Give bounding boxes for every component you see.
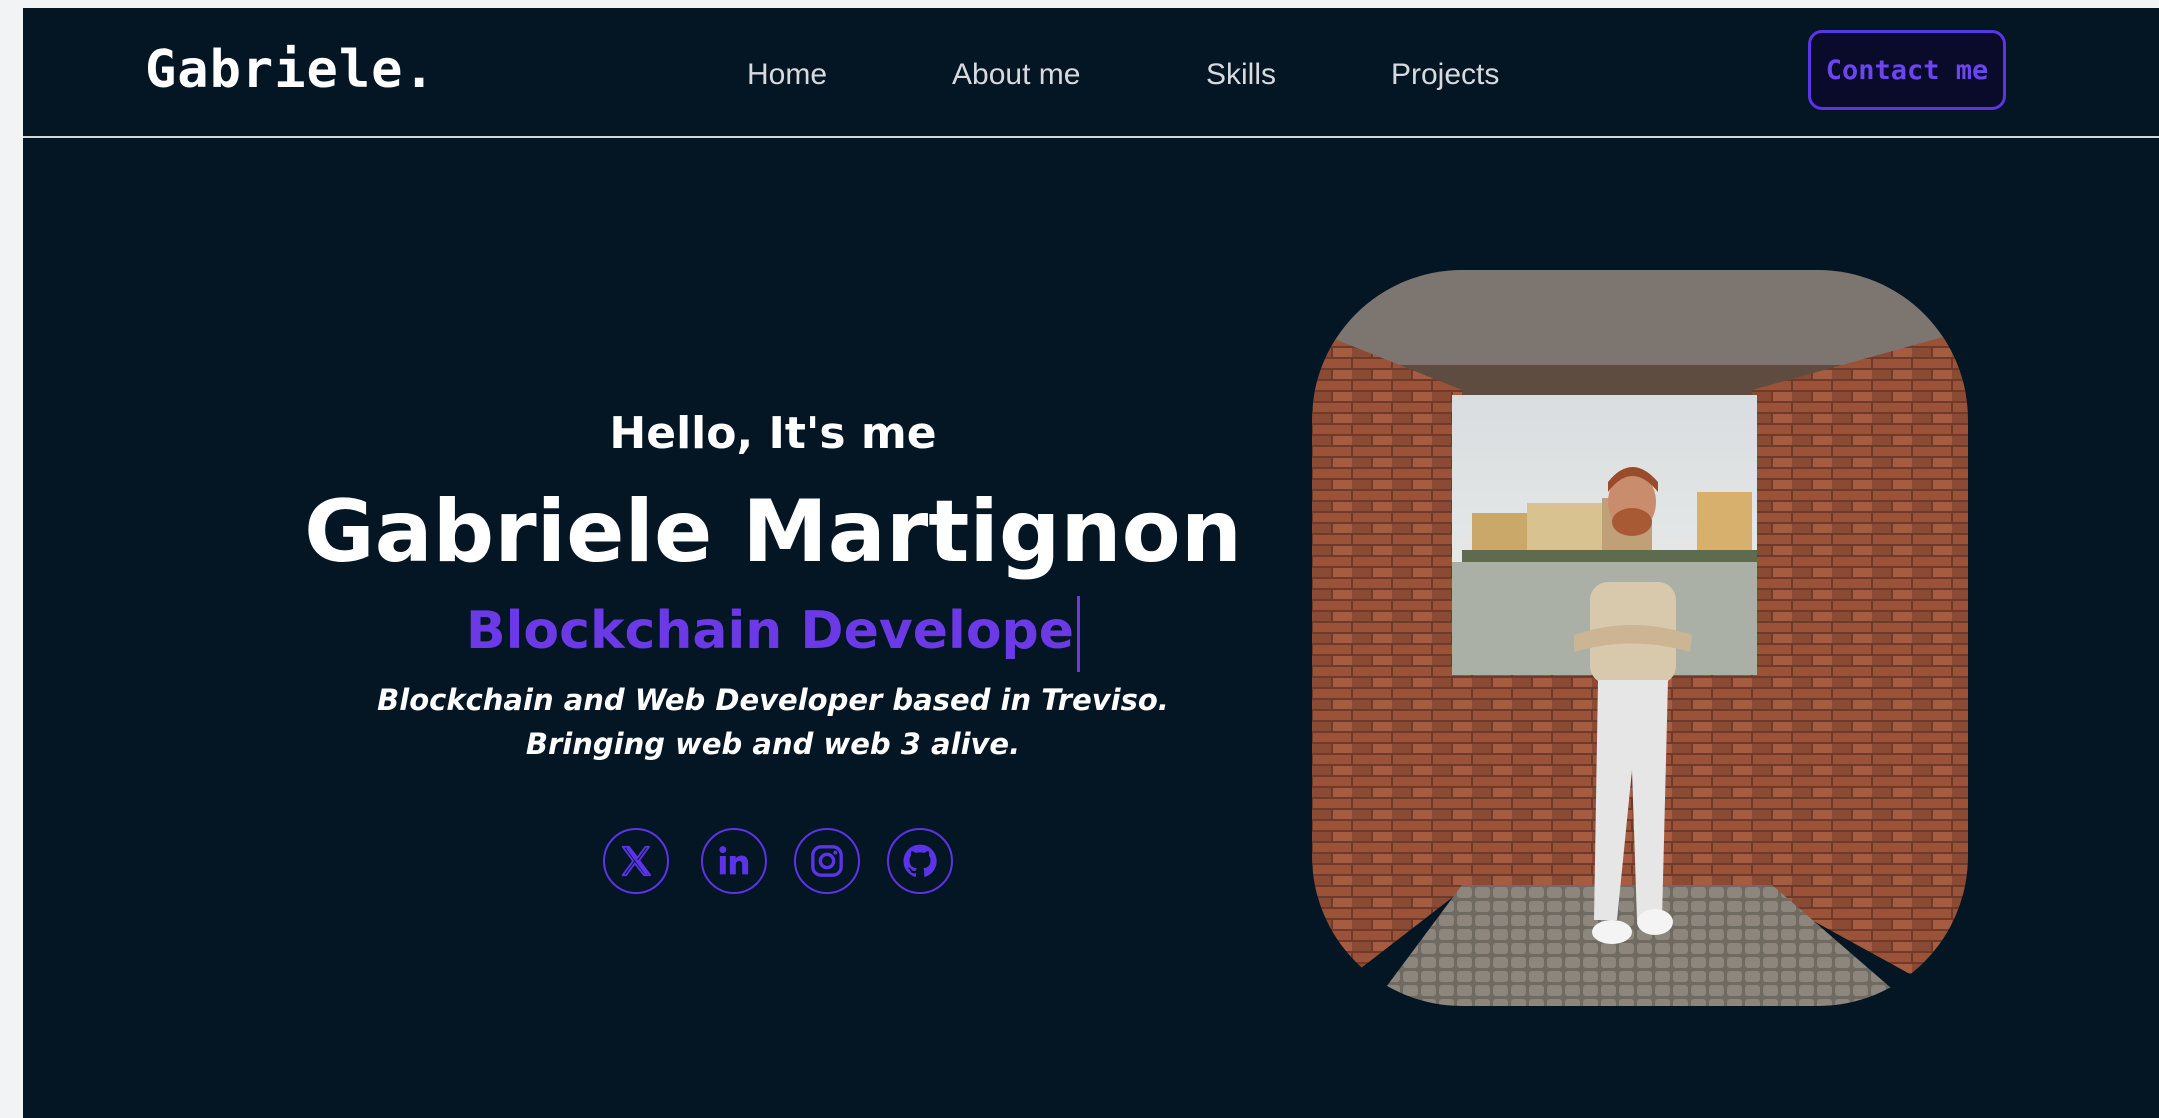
typing-cursor [1077, 596, 1081, 672]
site-header: Gabriele. Home About me Skills Projects … [23, 8, 2159, 138]
nav-projects[interactable]: Projects [1391, 58, 1499, 92]
hero-intro: Hello, It's me Gabriele Martignon Blockc… [223, 408, 1323, 766]
linkedin-link[interactable] [701, 828, 767, 894]
nav-home[interactable]: Home [747, 58, 827, 92]
nav-skills[interactable]: Skills [1206, 58, 1276, 92]
github-icon [903, 844, 937, 877]
linkedin-icon [719, 846, 749, 875]
page: Gabriele. Home About me Skills Projects … [23, 8, 2159, 1118]
nav-about-me[interactable]: About me [952, 58, 1080, 92]
hero-role: Blockchain Develope [223, 596, 1323, 672]
contact-me-button[interactable]: Contact me [1808, 30, 2006, 110]
profile-photo-illustration [1312, 270, 1968, 1006]
hero-description-line-2: Bringing web and web 3 alive. [525, 727, 1021, 761]
hero-name: Gabriele Martignon [304, 482, 1242, 582]
hero-description: Blockchain and Web Developer based in Tr… [223, 678, 1323, 766]
instagram-icon [811, 845, 843, 877]
x-link[interactable] [603, 828, 669, 894]
hero-role-text: Blockchain Develope [465, 601, 1075, 661]
hero-greeting: Hello, It's me [609, 408, 937, 459]
hero-description-line-1: Blockchain and Web Developer based in Tr… [377, 683, 1169, 717]
profile-photo [1312, 270, 1968, 1006]
instagram-link[interactable] [794, 828, 860, 894]
github-link[interactable] [887, 828, 953, 894]
site-logo[interactable]: Gabriele. [145, 40, 436, 100]
x-icon [621, 845, 652, 877]
